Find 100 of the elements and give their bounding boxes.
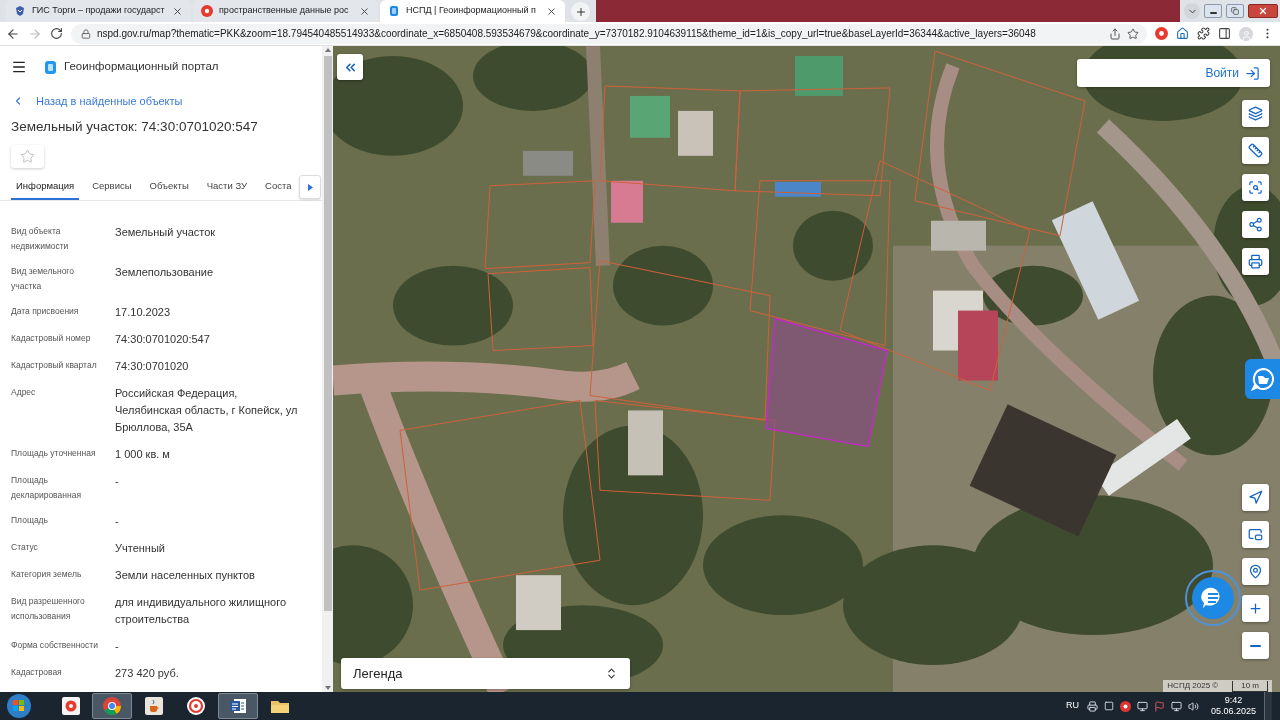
record-icon[interactable]	[1119, 700, 1131, 712]
close-icon[interactable]	[546, 5, 557, 17]
url-text: nspd.gov.ru/map?thematic=PKK&zoom=18.794540485514933&coordinate_x=6850408.593534679&coordinate_y=7370182.9104639115&theme_id=1&is_copy_url=true&baseLayerId=36344&active_layers=36048	[97, 27, 1037, 41]
tile-logo-icon	[62, 697, 80, 715]
document-app-icon	[229, 697, 247, 715]
folder-icon	[270, 698, 290, 714]
property-value: -	[115, 639, 120, 654]
scroll-tabs-button[interactable]	[299, 175, 321, 199]
speech-bubble-icon	[1250, 367, 1275, 391]
side-tab-button[interactable]	[1245, 359, 1280, 399]
reload-icon[interactable]	[50, 27, 63, 40]
zoom-in-button[interactable]	[1242, 595, 1269, 622]
chat-button[interactable]	[1185, 570, 1241, 626]
logo-icon	[388, 5, 400, 17]
info-tab[interactable]: Информация	[11, 175, 80, 200]
menu-icon[interactable]	[11, 59, 27, 75]
zoom-out-button[interactable]	[1242, 632, 1269, 659]
new-tab-button[interactable]	[571, 2, 590, 21]
circle-logo-icon	[103, 697, 121, 715]
minimize-icon	[1209, 12, 1217, 14]
property-value: 74:30:0701020	[115, 359, 190, 374]
property-value: 1 000 кв. м	[115, 447, 171, 462]
info-tab[interactable]: Сервисы	[87, 175, 137, 200]
back-link[interactable]: Назад в найденные объекты	[12, 93, 183, 110]
volume-icon[interactable]	[1187, 700, 1199, 712]
triangle-right-icon	[307, 183, 313, 191]
property-value: для индивидуального жилищного строительства	[115, 595, 287, 627]
monitor-icon[interactable]	[1170, 700, 1182, 712]
tab-title: ГИС Торги – продажи государст	[32, 4, 166, 18]
area-search-button[interactable]	[1242, 174, 1269, 201]
navigation-button[interactable]	[1242, 484, 1269, 511]
extensions-icon[interactable]	[1197, 27, 1210, 40]
back-arrow-icon[interactable]	[6, 26, 20, 41]
close-icon[interactable]	[359, 5, 370, 17]
scroll-up-arrow-icon[interactable]	[324, 48, 331, 52]
property-value: Учтенный	[115, 541, 166, 556]
portal-title: Геоинформационный портал	[64, 59, 219, 75]
info-tab[interactable]: Объекты	[144, 175, 194, 200]
print-button[interactable]	[1242, 248, 1269, 275]
browser-tab[interactable]: пространственные данные рос	[193, 0, 378, 22]
side-panel-icon[interactable]	[1218, 27, 1231, 40]
property-label: Кадастровая	[11, 666, 63, 679]
picture-in-picture-button[interactable]	[1242, 521, 1269, 548]
lock-icon	[81, 28, 91, 39]
layers-icon	[1248, 106, 1263, 121]
legend-select[interactable]: Легенда	[341, 658, 630, 689]
property-label: Вид земельного участка	[11, 265, 75, 293]
monitor-icon[interactable]	[1136, 700, 1148, 712]
language-indicator[interactable]: RU	[1065, 699, 1079, 713]
minimize-button[interactable]	[1204, 4, 1222, 18]
property-value: Земельный участок	[115, 225, 217, 240]
property-label: Вид разрешенного использования	[11, 595, 86, 623]
property-label: Кадастровый номер	[11, 332, 92, 345]
bookmark-star-icon[interactable]	[1127, 27, 1139, 40]
clock[interactable]: 9:42 05.06.2025	[1210, 695, 1256, 717]
circle-logo-icon[interactable]	[1155, 27, 1168, 40]
scroll-down-arrow-icon[interactable]	[324, 686, 331, 690]
share-icon[interactable]	[1109, 27, 1121, 40]
ruler-button[interactable]	[1242, 137, 1269, 164]
layers-button[interactable]	[1242, 100, 1269, 127]
property-value: 17.10.2023	[115, 305, 172, 320]
property-value: 74:30:0701020:547	[115, 332, 211, 347]
property-label: Адрес	[11, 386, 37, 399]
picture-in-picture-icon	[1248, 527, 1263, 542]
close-icon[interactable]	[172, 5, 183, 17]
zoom-out-icon	[1250, 644, 1261, 647]
property-label: Площадь декларированная	[11, 474, 82, 502]
address-field[interactable]: nspd.gov.ru/map?thematic=PKK&zoom=18.794540485514933&coordinate_x=6850408.593534679&coordinate_y=7370182.9104639115&theme_id=1&is_copy_url=true&baseLayerId=36344&active_layers=36048	[71, 23, 1147, 44]
emblem-icon	[14, 5, 26, 17]
circle-logo-icon	[201, 5, 213, 17]
scrollbar-track[interactable]	[322, 46, 333, 692]
close-window-button[interactable]	[1248, 4, 1278, 18]
house-icon[interactable]	[1176, 27, 1189, 40]
collapse-panel-button[interactable]	[337, 54, 363, 80]
print-icon	[1248, 254, 1263, 269]
property-label: Площадь	[11, 514, 49, 527]
property-value: Землепользование	[115, 265, 215, 280]
location-pin-button[interactable]	[1242, 558, 1269, 585]
printer-icon[interactable]	[1086, 700, 1098, 712]
chat-icon	[1192, 577, 1234, 619]
ring-logo-icon	[187, 697, 205, 715]
login-icon	[1245, 65, 1260, 81]
square-icon[interactable]	[1103, 701, 1114, 711]
info-tab[interactable]: Соста	[260, 175, 297, 200]
property-label: Форма собственности	[11, 639, 99, 652]
property-value: -	[115, 514, 120, 529]
login-button[interactable]: Войти	[1077, 59, 1270, 87]
area-search-icon	[1248, 180, 1263, 195]
scrollbar-thumb[interactable]	[323, 56, 332, 611]
property-label: Кадастровый квартал	[11, 359, 98, 372]
browser-tab[interactable]: НСПД | Геоинформационный п	[380, 0, 565, 22]
map-attribution: НСПД 2025 ©	[1167, 680, 1219, 692]
property-value: 273 420 руб.	[115, 666, 180, 681]
share-button[interactable]	[1242, 211, 1269, 238]
taskbar-app-button[interactable]	[218, 693, 258, 719]
info-tab[interactable]: Части ЗУ	[201, 175, 253, 200]
flag-icon[interactable]	[1153, 700, 1165, 712]
property-value: Российская Федерация, Челябинская область, г Копейск, ул Брюллова, 35А	[115, 386, 299, 435]
tab-title: НСПД | Геоинформационный п	[406, 4, 537, 18]
browser-tab[interactable]: ГИС Торги – продажи государст	[6, 0, 191, 22]
